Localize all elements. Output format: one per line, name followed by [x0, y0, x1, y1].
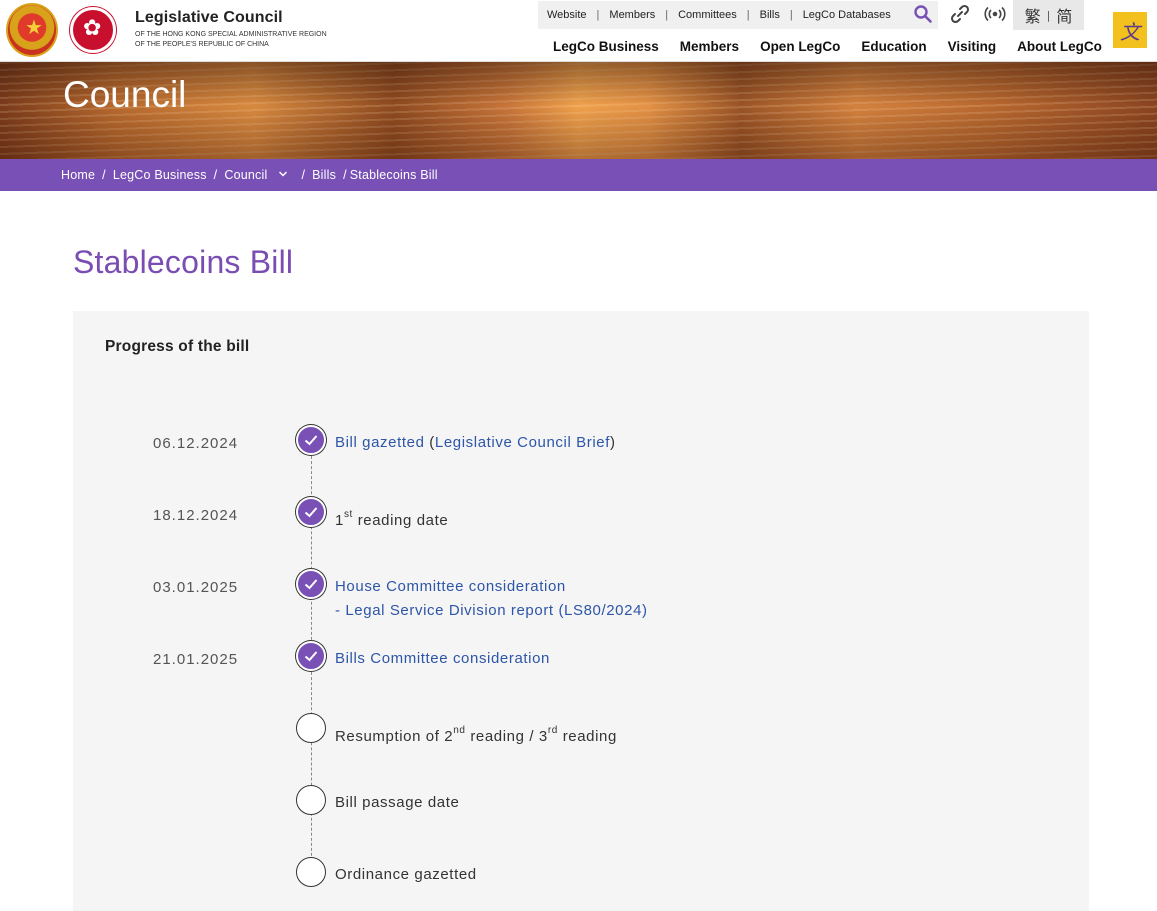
utility-link-members[interactable]: Members	[609, 9, 655, 21]
step-label: Bill passage date	[335, 794, 460, 811]
divider: |	[596, 9, 600, 21]
nav-about-legco[interactable]: About LegCo	[1017, 39, 1102, 54]
link-icon[interactable]	[949, 3, 971, 25]
utility-link-committees[interactable]: Committees	[678, 9, 737, 21]
pending-circle-icon	[296, 857, 326, 887]
step-date: 03.01.2025	[153, 579, 239, 596]
pending-circle-icon	[296, 713, 326, 743]
breadcrumb-separator: /	[343, 168, 347, 182]
step-label: Bills Committee consideration	[335, 647, 550, 671]
divider: |	[789, 9, 793, 21]
search-icon[interactable]	[913, 4, 933, 24]
step-label: Ordinance gazetted	[335, 866, 477, 883]
breadcrumb-separator: /	[213, 168, 218, 182]
accessibility-icon[interactable]: 文	[1113, 12, 1147, 48]
divider: |	[665, 9, 669, 21]
utility-nav: Website | Members | Committees | Bills |…	[538, 1, 938, 29]
prc-emblem-icon[interactable]: ★	[6, 3, 58, 57]
page-title: Stablecoins Bill	[73, 244, 294, 280]
step-label: Bill gazetted (Legislative Council Brief…	[335, 431, 616, 455]
step-label: 1st reading date	[335, 505, 448, 533]
hksar-emblem-icon[interactable]: ✿	[70, 7, 116, 53]
check-icon	[296, 497, 326, 527]
ordinal-number: 1	[335, 512, 344, 529]
nav-visiting[interactable]: Visiting	[948, 39, 997, 54]
ordinal-suffix: rd	[547, 725, 558, 736]
check-icon	[296, 641, 326, 671]
step-label-text: Resumption of 2	[335, 728, 454, 745]
ordinal-suffix: st	[343, 509, 353, 520]
divider: |	[746, 9, 750, 21]
breadcrumb-bills[interactable]: Bills	[312, 168, 336, 182]
step-date: 18.12.2024	[153, 507, 239, 524]
paren-close: )	[609, 434, 616, 451]
chevron-down-icon[interactable]	[278, 169, 288, 179]
progress-title: Progress of the bill	[105, 338, 250, 355]
hero-banner: Council	[0, 62, 1157, 159]
divider: |	[1046, 8, 1051, 22]
step-label: Resumption of 2nd reading / 3rd reading	[335, 721, 617, 749]
nav-education[interactable]: Education	[861, 39, 926, 54]
breadcrumb: Home / LegCo Business / Council / Bills …	[0, 159, 1157, 191]
main-nav: LegCo Business Members Open LegCo Educat…	[553, 39, 1102, 54]
utility-link-databases[interactable]: LegCo Databases	[803, 9, 891, 21]
step-label-text: reading date	[352, 512, 449, 529]
broadcast-icon[interactable]	[984, 5, 1006, 23]
breadcrumb-separator: /	[301, 168, 306, 182]
breadcrumb-current: Stablecoins Bill	[349, 168, 438, 182]
ordinal-suffix: nd	[453, 725, 466, 736]
lsd-report-link[interactable]: - Legal Service Division report (LS80/20…	[335, 599, 648, 623]
nav-members[interactable]: Members	[680, 39, 739, 54]
step-label-text: reading / 3	[465, 728, 548, 745]
bill-progress-panel: Progress of the bill 06.12.2024 Bill gaz…	[73, 311, 1089, 911]
step-date: 06.12.2024	[153, 435, 239, 452]
bills-committee-link[interactable]: Bills Committee consideration	[335, 650, 550, 667]
utility-link-bills[interactable]: Bills	[760, 9, 780, 21]
utility-link-website[interactable]: Website	[547, 9, 587, 21]
site-title[interactable]: Legislative Council	[135, 9, 283, 27]
breadcrumb-legco-business[interactable]: LegCo Business	[113, 168, 207, 182]
pending-circle-icon	[296, 785, 326, 815]
site-header: ★ ✿ Legislative Council OF THE HONG KONG…	[0, 0, 1157, 62]
check-icon	[296, 425, 326, 455]
step-label-text: reading	[557, 728, 617, 745]
house-committee-link[interactable]: House Committee consideration	[335, 575, 648, 599]
breadcrumb-council[interactable]: Council	[224, 168, 267, 182]
step-date: 21.01.2025	[153, 651, 239, 668]
nav-open-legco[interactable]: Open LegCo	[760, 39, 840, 54]
paren-open: (	[424, 434, 435, 451]
breadcrumb-separator: /	[102, 168, 106, 182]
step-label: House Committee consideration - Legal Se…	[335, 575, 648, 623]
legco-brief-link[interactable]: Legislative Council Brief	[435, 434, 610, 451]
check-icon	[296, 569, 326, 599]
bill-gazetted-link[interactable]: Bill gazetted	[335, 434, 425, 451]
site-subtitle: OF THE HONG KONG SPECIAL ADMINISTRATIVE …	[135, 31, 327, 48]
breadcrumb-home[interactable]: Home	[61, 168, 95, 182]
lang-simplified-button[interactable]: 简	[1056, 3, 1072, 27]
language-switcher: 繁 | 简	[1013, 0, 1084, 30]
nav-legco-business[interactable]: LegCo Business	[553, 39, 659, 54]
banner-title: Council	[63, 74, 187, 115]
lang-traditional-button[interactable]: 繁	[1025, 3, 1041, 27]
